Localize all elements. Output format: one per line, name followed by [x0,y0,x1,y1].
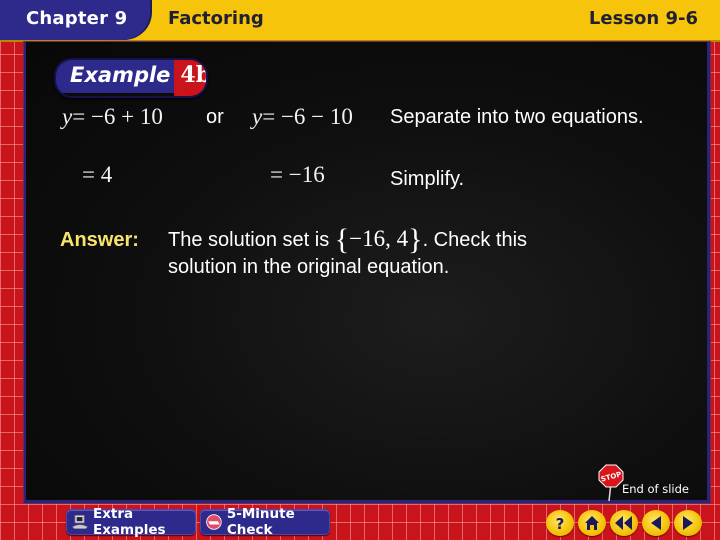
header-bar: Chapter 9 Factoring Lesson 9-6 [0,0,720,42]
answer-line-1: The solution set is {−16, 4}. Check this [168,225,528,255]
stop-sign-icon: STOP [598,464,624,502]
brace-open: { [334,223,350,256]
expression: = −6 − 10 [262,104,353,129]
help-button[interactable]: ? [546,510,574,536]
answer-suffix: . Check this [422,229,528,251]
five-minute-check-label: 5-Minute Check [226,506,295,538]
end-of-slide-label: End of slide [622,482,690,496]
equation-right-2: = −16 [270,162,325,187]
step-note-1: Separate into two equations. [390,106,644,128]
answer-prefix: The solution set is [168,229,330,251]
computer-icon [72,515,88,529]
example-word: Example [56,60,175,93]
variable-y: y [62,104,73,129]
first-slide-button[interactable] [610,510,638,536]
slide-content: Example 4b y= −6 + 10 or y= −6 − 10 Sepa… [24,42,710,503]
question-mark-icon: ? [556,515,565,531]
chapter-tab: Chapter 9 [0,0,150,40]
svg-text:?: ? [556,515,565,531]
rewind-icon [615,516,632,530]
home-icon [585,516,599,530]
or-connector: or [206,106,224,128]
answer-text: The solution set is {−16, 4}. Check this… [168,225,527,281]
example-number: 4b [174,60,206,96]
next-slide-button[interactable] [674,510,702,536]
arrow-left-icon [651,516,661,530]
lesson-label: Lesson 9-6 [588,8,698,29]
variable-y: y [252,104,263,129]
equation-right-1: y= −6 − 10 [252,104,353,130]
set-values: −16, 4 [349,226,409,251]
arrow-right-icon [683,516,693,530]
check-clock-icon [206,514,222,530]
five-minute-check-button[interactable]: 5-Minute Check [200,506,330,538]
example-badge: Example 4b [54,58,208,98]
step-note-2: Simplify. [390,168,465,190]
previous-slide-button[interactable] [642,510,670,536]
equation-left-2: = 4 [82,162,113,187]
answer-label: Answer: [60,229,139,251]
topic-title: Factoring [168,8,264,29]
chapter-label: Chapter 9 [26,8,128,29]
home-button[interactable] [578,510,606,536]
extra-examples-label: Extra Examples [92,506,166,538]
expression: = −6 + 10 [72,104,163,129]
brace-close: } [408,223,423,256]
equation-left-1: y= −6 + 10 [62,104,163,130]
extra-examples-button[interactable]: Extra Examples [66,506,196,538]
answer-line-2: solution in the original equation. [168,256,450,278]
solution-set: {−16, 4} [335,225,423,255]
